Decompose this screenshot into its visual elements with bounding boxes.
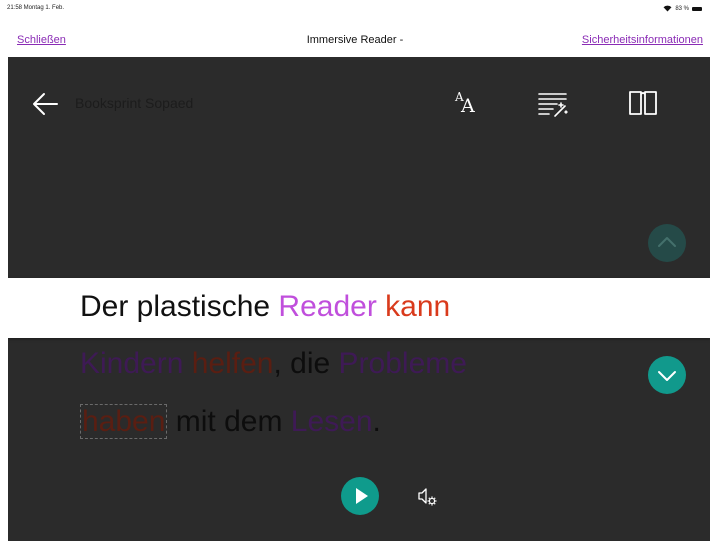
reader-panel: Booksprint Sopaed A A Der plastische Rea…: [8, 57, 710, 541]
word-verb-selected[interactable]: haben: [80, 404, 168, 439]
word-noun[interactable]: Reader: [278, 290, 376, 323]
word[interactable]: , die: [274, 347, 339, 380]
word-verb[interactable]: kann: [385, 290, 450, 323]
word-noun[interactable]: Lesen: [291, 405, 373, 438]
scroll-down-button[interactable]: [648, 356, 686, 394]
play-icon: [356, 488, 368, 504]
battery-icon: [692, 6, 702, 11]
word-noun[interactable]: Probleme: [339, 347, 467, 380]
scroll-up-icon: [658, 237, 676, 247]
back-arrow-icon[interactable]: [30, 89, 60, 119]
reading-preferences-icon[interactable]: [626, 88, 660, 118]
immersive-reader-window: 21:58 Montag 1. Feb. 83 % Schließen Imme…: [0, 0, 710, 545]
voice-settings-icon[interactable]: [416, 485, 440, 509]
text-preferences-icon[interactable]: A A: [452, 89, 486, 119]
word-space: [183, 347, 191, 380]
text-pref-glyph-big: A: [461, 95, 475, 117]
status-bar: 21:58 Montag 1. Feb. 83 %: [0, 0, 710, 20]
reader-toolbar: Booksprint Sopaed A A: [8, 57, 710, 147]
scroll-up-button[interactable]: [648, 224, 686, 262]
text-line: haben mit dem Lesen.: [80, 404, 381, 440]
wifi-icon: [663, 5, 672, 12]
word-verb[interactable]: helfen: [192, 347, 274, 380]
text-line: Kindern helfen, die Probleme: [80, 346, 467, 382]
word[interactable]: mit dem: [167, 405, 290, 438]
status-time: 21:58 Montag 1. Feb.: [7, 5, 65, 11]
grammar-options-icon[interactable]: [536, 89, 570, 119]
battery-percent: 83 %: [675, 5, 689, 12]
safety-info-link[interactable]: Sicherheitsinformationen: [582, 34, 703, 46]
scroll-down-icon: [658, 371, 676, 381]
word-noun[interactable]: Kindern: [80, 347, 183, 380]
word-space: [377, 290, 385, 323]
status-right: 83 %: [663, 5, 702, 12]
document-title: Booksprint Sopaed: [75, 95, 194, 111]
word-punctuation: .: [372, 405, 381, 438]
focus-text-line: Der plastische Reader kann: [80, 289, 450, 325]
play-button[interactable]: [341, 477, 379, 515]
nav-bar: Schließen Immersive Reader - Sicherheits…: [0, 24, 710, 56]
word[interactable]: Der plastische: [80, 290, 278, 323]
